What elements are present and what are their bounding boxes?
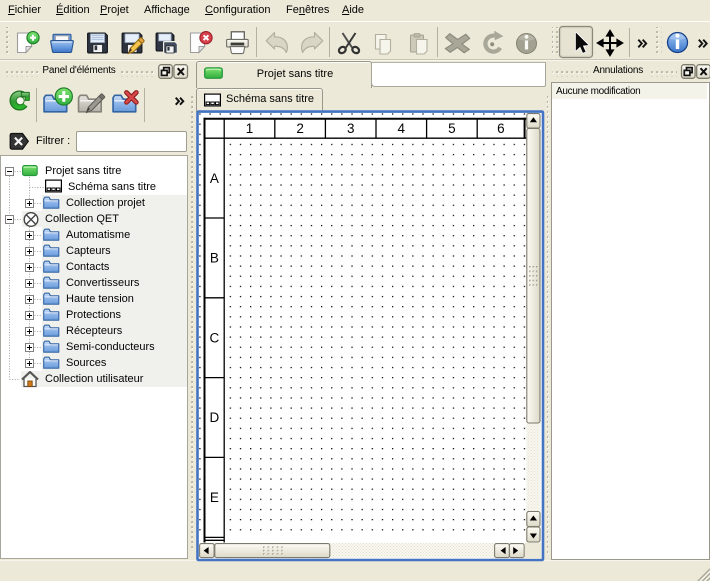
svg-text:A: A bbox=[210, 171, 219, 186]
svg-text:B: B bbox=[210, 251, 219, 266]
svg-text:2: 2 bbox=[296, 121, 304, 136]
svg-text:4: 4 bbox=[398, 121, 406, 136]
svg-text:1: 1 bbox=[246, 121, 254, 136]
svg-text:6: 6 bbox=[497, 121, 505, 136]
svg-text:E: E bbox=[210, 490, 219, 505]
svg-text:C: C bbox=[210, 330, 220, 345]
svg-text:D: D bbox=[210, 410, 220, 425]
svg-text:3: 3 bbox=[347, 121, 355, 136]
svg-text:5: 5 bbox=[448, 121, 456, 136]
